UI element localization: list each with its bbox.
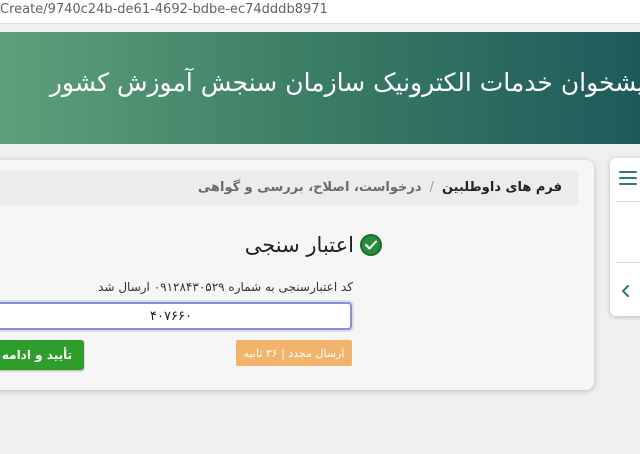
chevron-left-icon[interactable] [619,283,633,297]
url-text: Create/9740c24b-de61-4692-bdbe-ec74dddb8… [0,2,328,17]
sms-sent-note: کد اعتبارسنجی به شماره ۰۹۱۲۸۴۳۰۵۲۹ ارسال… [98,280,353,294]
hamburger-menu-icon[interactable] [619,170,639,186]
breadcrumb-section: درخواست، اصلاح، بررسی و گواهی [197,180,422,195]
breadcrumb-separator: / [429,180,434,195]
heading-text: اعتبار سنجی [244,233,354,257]
breadcrumb-current[interactable]: فرم های داوطلبین [442,180,562,195]
side-divider [616,262,640,263]
breadcrumb: فرم های داوطلبین / درخواست، اصلاح، بررسی و… [0,171,578,205]
resend-code-button[interactable]: ارسال مجدد | ۳۶ ثانیه [236,340,352,366]
check-circle-icon [360,234,382,256]
header-banner: پیشخوان خدمات الکترونیک سازمان سنجش آموز… [0,32,640,144]
page-heading: اعتبار سنجی [245,233,382,257]
confirm-continue-button[interactable]: تأیید و ادامه [0,340,84,370]
side-divider [616,201,640,202]
browser-url-bar[interactable]: Create/9740c24b-de61-4692-bdbe-ec74dddb8… [0,0,640,24]
verification-code-input[interactable] [0,302,352,330]
banner-title: پیشخوان خدمات الکترونیک سازمان سنجش آموز… [49,68,640,97]
